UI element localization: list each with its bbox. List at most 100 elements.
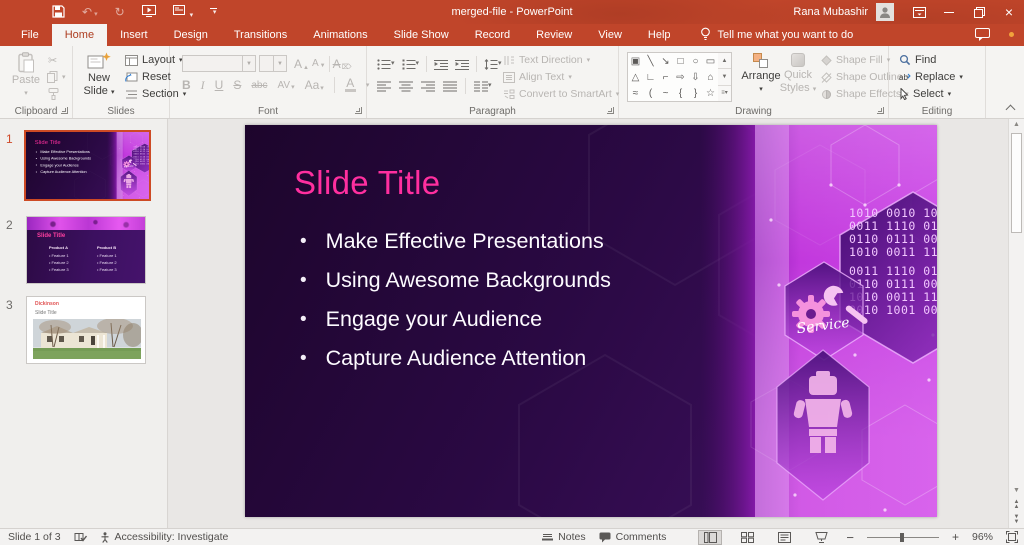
font-dialog-launcher[interactable]	[355, 107, 362, 114]
user-avatar[interactable]	[876, 3, 894, 21]
save-icon[interactable]	[52, 5, 65, 20]
shape-rounded-rectangle[interactable]: ▭	[703, 53, 718, 69]
change-case-button[interactable]: Aa▾	[305, 78, 324, 92]
next-slide-button[interactable]: ▼▼	[1009, 515, 1024, 525]
shapes-scroll-down-icon[interactable]: ▼	[718, 68, 731, 84]
close-button[interactable]: ×	[994, 0, 1024, 24]
convert-to-smartart-button[interactable]: Convert to SmartArt▾	[503, 88, 619, 100]
numbering-button[interactable]: ▾	[402, 59, 420, 70]
zoom-in-button[interactable]: +	[952, 530, 959, 544]
tab-insert[interactable]: Insert	[107, 24, 161, 46]
current-slide[interactable]: 1010 0010 1001 0011 1110 0110 0110 0111 …	[245, 125, 937, 517]
comments-bubble-icon[interactable]	[975, 28, 990, 44]
bold-button[interactable]: B	[182, 78, 191, 92]
slide-body-text[interactable]: Make Effective PresentationsUsing Awesom…	[300, 222, 611, 378]
undo-icon[interactable]: ↶▾	[82, 6, 98, 18]
justify-button[interactable]	[443, 81, 457, 92]
zoom-slider-knob[interactable]	[900, 533, 904, 542]
restore-button[interactable]	[964, 0, 994, 24]
shape-left-brace[interactable]: {	[673, 85, 688, 101]
underline-button[interactable]: U	[215, 78, 224, 92]
replace-button[interactable]: ab Replace▾	[899, 71, 963, 83]
notes-button[interactable]: Notes	[542, 531, 585, 543]
tab-slide-show[interactable]: Slide Show	[381, 24, 462, 46]
tab-animations[interactable]: Animations	[300, 24, 380, 46]
tab-view[interactable]: View	[585, 24, 635, 46]
comments-button[interactable]: Comments	[599, 531, 667, 543]
font-size-combo[interactable]: ▼	[259, 55, 287, 72]
slide-title[interactable]: Slide Title	[35, 139, 61, 145]
clipboard-dialog-launcher[interactable]	[61, 107, 68, 114]
shape-curve[interactable]: ~	[658, 85, 673, 101]
shape-star[interactable]: ☆	[703, 85, 718, 101]
reset-button[interactable]: Reset	[125, 71, 171, 83]
ribbon-display-options-icon[interactable]	[904, 0, 934, 24]
arrange-button[interactable]: Arrange ▾	[741, 53, 781, 96]
character-spacing-button[interactable]: AV▾	[277, 80, 294, 91]
slide-2-thumbnail[interactable]: Slide Title Product A Feature 1 Feature …	[26, 216, 146, 284]
user-name[interactable]: Rana Mubashir	[793, 6, 868, 18]
scroll-down-icon[interactable]: ▼	[1009, 487, 1024, 494]
tab-help[interactable]: Help	[635, 24, 684, 46]
shape-elbow-connector[interactable]: ∟	[643, 69, 658, 85]
decrease-indent-button[interactable]	[434, 59, 448, 70]
slide-show-view-button[interactable]	[809, 530, 833, 545]
zoom-slider[interactable]	[867, 532, 939, 543]
collapse-ribbon-icon[interactable]	[1006, 103, 1015, 112]
italic-button[interactable]: I	[201, 78, 205, 93]
align-text-button[interactable]: Align Text▾	[503, 71, 572, 83]
increase-font-size-button[interactable]: A▲	[294, 57, 309, 71]
find-button[interactable]: Find	[899, 54, 936, 66]
shape-elbow-arrow-connector[interactable]: ⌐	[658, 69, 673, 85]
tab-home[interactable]: Home	[52, 24, 107, 46]
previous-slide-button[interactable]: ▲▲	[1009, 500, 1024, 510]
reading-view-button[interactable]	[772, 530, 796, 545]
scrollbar-thumb[interactable]	[1011, 133, 1022, 233]
accessibility-checker[interactable]: Accessibility: Investigate	[100, 531, 229, 543]
start-from-beginning-icon[interactable]	[142, 5, 156, 19]
minimize-button[interactable]	[934, 0, 964, 24]
shape-text-box[interactable]: ▣	[628, 53, 643, 69]
shape-down-arrow[interactable]: ⇩	[688, 69, 703, 85]
columns-button[interactable]: ▾	[474, 81, 492, 92]
slide-3-thumbnail[interactable]: Dickinson Slide Title	[26, 296, 146, 364]
tab-review[interactable]: Review	[523, 24, 585, 46]
shape-right-arrow[interactable]: ⇨	[673, 69, 688, 85]
normal-view-button[interactable]	[698, 530, 722, 545]
text-direction-button[interactable]: Text Direction▾	[503, 54, 590, 66]
slide-body-text[interactable]: Make Effective PresentationsUsing Awesom…	[36, 149, 91, 176]
tab-design[interactable]: Design	[161, 24, 221, 46]
cut-icon[interactable]: ✂	[48, 54, 57, 67]
paste-button[interactable]: Paste ▾	[8, 52, 44, 100]
shapes-more-icon[interactable]: ≡▾	[718, 85, 731, 101]
shapes-scroll-up-icon[interactable]: ▲	[718, 53, 731, 68]
tab-file[interactable]: File	[8, 24, 52, 46]
shape-arc[interactable]: (	[643, 85, 658, 101]
redo-icon[interactable]: ↻	[115, 6, 125, 18]
strikethrough-button[interactable]: S	[233, 78, 241, 92]
spell-check-icon[interactable]	[74, 532, 87, 543]
zoom-out-button[interactable]: −	[846, 530, 854, 545]
tab-transitions[interactable]: Transitions	[221, 24, 300, 46]
slide-show-settings-icon[interactable]: ▾	[173, 5, 194, 19]
line-spacing-button[interactable]: ▾	[484, 59, 502, 70]
new-slide-button[interactable]: New Slide ▾	[78, 52, 120, 99]
shape-triangle[interactable]: △	[628, 69, 643, 85]
format-painter-icon[interactable]	[48, 88, 59, 100]
select-button[interactable]: Select▾	[899, 88, 951, 100]
align-center-button[interactable]	[399, 81, 413, 92]
drawing-dialog-launcher[interactable]	[877, 107, 884, 114]
shape-scribble[interactable]: ≈	[628, 85, 643, 101]
decrease-font-size-button[interactable]: A▼	[312, 58, 326, 69]
slide-title[interactable]: Slide Title	[294, 164, 440, 202]
quick-styles-button[interactable]: Quick Styles ▾	[779, 53, 817, 96]
shape-line[interactable]: ╲	[643, 53, 658, 69]
zoom-level[interactable]: 96%	[972, 531, 993, 543]
slide-1-thumbnail[interactable]: 1010 0010 1001 0011 1110 0110 0110 0111 …	[24, 130, 151, 201]
clear-formatting-button[interactable]: A⌦	[333, 57, 352, 71]
shape-line-arrow[interactable]: ↘	[658, 53, 673, 69]
scroll-up-icon[interactable]: ▲	[1009, 121, 1024, 128]
tell-me-box[interactable]: Tell me what you want to do	[700, 24, 854, 46]
shape-pentagon[interactable]: ⌂	[703, 69, 718, 85]
slide-sorter-view-button[interactable]	[735, 530, 759, 545]
